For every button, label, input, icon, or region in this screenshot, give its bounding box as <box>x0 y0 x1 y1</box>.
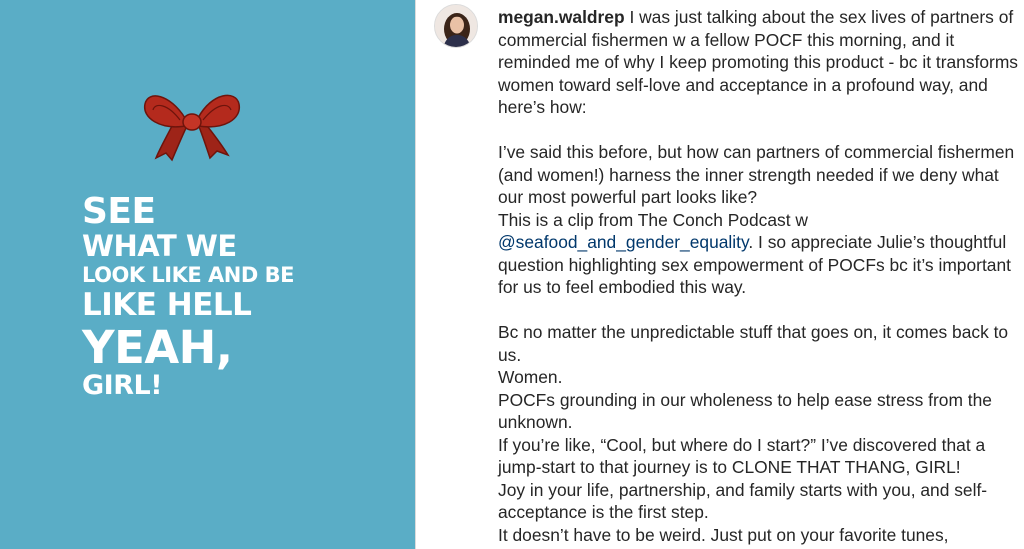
headline-line: YEAH, <box>82 321 233 374</box>
caption-text: POCFs grounding in our wholeness to help… <box>498 389 992 433</box>
username-link[interactable]: megan.waldrep <box>498 7 625 27</box>
caption-text: If you’re like, “Cool, but where do I st… <box>498 434 986 478</box>
post-caption: megan.waldrep I was just talking about t… <box>498 6 1018 546</box>
post-media-panel: SEE WHAT WE LOOK LIKE AND BE LIKE HELL Y… <box>0 0 415 549</box>
mention-link[interactable]: @seafood_and_gender_equality <box>498 232 748 252</box>
caption-paragraph: This is a clip from The Conch Podcast w … <box>498 209 1018 299</box>
caption-text: I’ve said this before, but how can partn… <box>498 142 1015 207</box>
profile-photo-icon <box>435 5 477 47</box>
poster-headline: SEE WHAT WE LOOK LIKE AND BE LIKE HELL Y… <box>82 191 294 401</box>
headline-line: LIKE HELL <box>82 287 252 323</box>
headline-line: WHAT WE <box>82 229 237 263</box>
avatar[interactable] <box>434 4 478 48</box>
caption-text: It doesn’t have to be weird. Just put on… <box>498 524 949 545</box>
headline-line: GIRL! <box>82 370 163 401</box>
red-bow-icon <box>144 94 240 162</box>
headline-line: LOOK LIKE AND BE <box>82 263 294 287</box>
caption-paragraph: megan.waldrep I was just talking about t… <box>498 6 1018 119</box>
post-caption-panel: megan.waldrep I was just talking about t… <box>416 0 1024 549</box>
caption-text: Bc no matter the unpredictable stuff tha… <box>498 322 1009 365</box>
caption-text: This is a clip from The Conch Podcast w <box>498 209 808 230</box>
caption-text: Women. <box>498 367 563 387</box>
headline-line: SEE <box>82 191 156 232</box>
caption-text: Joy in your life, partnership, and famil… <box>498 479 988 523</box>
